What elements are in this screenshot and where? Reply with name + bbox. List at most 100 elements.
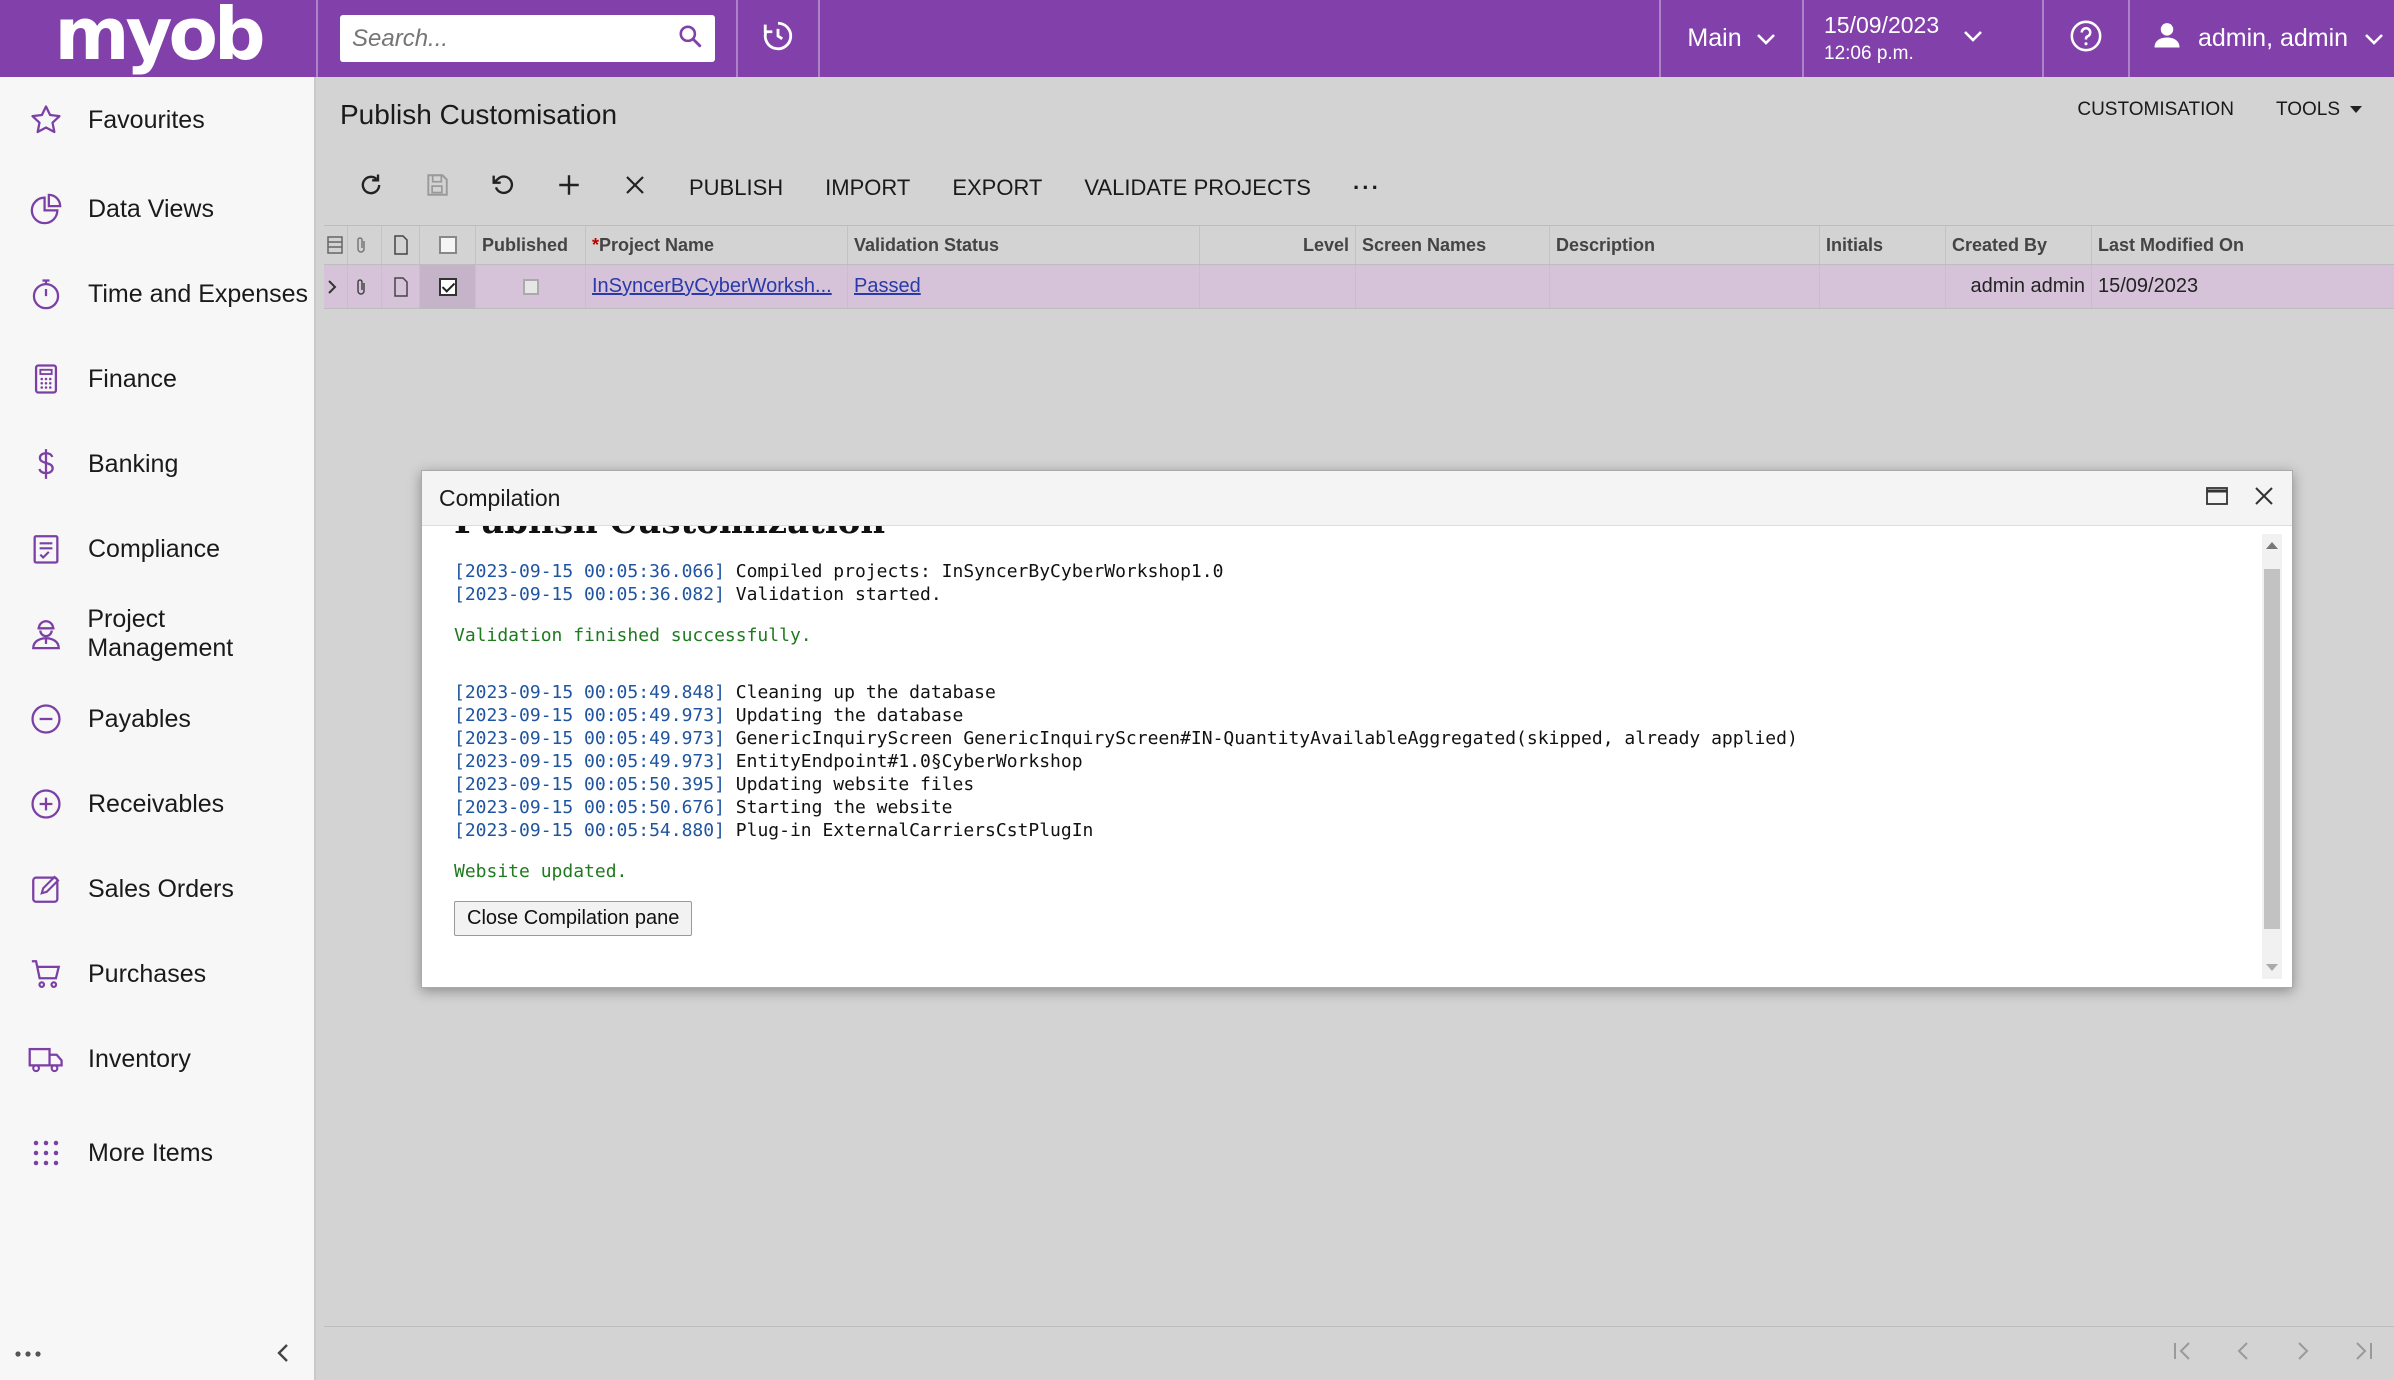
add-button[interactable]	[536, 163, 602, 213]
checkbox[interactable]	[438, 236, 457, 254]
company-selector[interactable]: Main	[1661, 0, 1802, 77]
log-line: [2023-09-15 00:05:49.973] Updating the d…	[454, 704, 2262, 727]
export-button[interactable]: EXPORT	[931, 163, 1063, 213]
log-timestamp: [2023-09-15 00:05:36.066]	[454, 561, 725, 582]
attachment-icon[interactable]	[348, 265, 382, 308]
grid-settings-icon[interactable]	[324, 226, 348, 264]
first-page-icon[interactable]	[2172, 1340, 2194, 1367]
date-time: 15/09/2023 12:06 p.m.	[1824, 12, 1939, 65]
column-screen-names[interactable]: Screen Names	[1356, 226, 1550, 264]
help-icon	[2069, 19, 2103, 58]
project-name-link[interactable]: InSyncerByCyberWorksh...	[592, 275, 832, 298]
help-button[interactable]	[2044, 0, 2128, 77]
sidebar-item-data-views[interactable]: Data Views	[0, 179, 314, 239]
scroll-thumb[interactable]	[2264, 569, 2280, 929]
page-title: Publish Customisation	[340, 99, 618, 130]
column-validation-status[interactable]: Validation Status	[848, 226, 1200, 264]
caret-down-icon	[2350, 106, 2362, 114]
tools-label: TOOLS	[2275, 99, 2340, 120]
import-button[interactable]: IMPORT	[804, 163, 931, 213]
sidebar-item-label: Payables	[88, 704, 191, 733]
table-row[interactable]: InSyncerByCyberWorksh... Passed admin ad…	[324, 265, 2394, 309]
sidebar-item-time-and-expenses[interactable]: Time and Expenses	[0, 264, 314, 324]
minus-circle-icon	[26, 699, 66, 739]
select-all-checkbox[interactable]	[420, 226, 476, 264]
save-button[interactable]	[404, 163, 470, 213]
truck-icon	[26, 1039, 66, 1079]
search-icon[interactable]	[677, 23, 703, 54]
column-initials[interactable]: Initials	[1820, 226, 1946, 264]
sidebar-item-finance[interactable]: Finance	[0, 349, 314, 409]
sidebar-item-purchases[interactable]: Purchases	[0, 944, 314, 1004]
prev-page-icon[interactable]	[2232, 1340, 2254, 1367]
business-date-selector[interactable]: 15/09/2023 12:06 p.m.	[1804, 0, 2042, 77]
business-date: 15/09/2023	[1824, 12, 1940, 38]
log-timestamp: [2023-09-15 00:05:49.973]	[454, 705, 725, 726]
customisation-link[interactable]: CUSTOMISATION	[2077, 99, 2234, 121]
recent-history-button[interactable]	[738, 0, 818, 77]
expand-row-icon[interactable]	[324, 265, 348, 308]
sidebar-item-receivables[interactable]: Receivables	[0, 774, 314, 834]
sidebar-item-compliance[interactable]: Compliance	[0, 519, 314, 579]
undo-button[interactable]	[470, 163, 536, 213]
more-actions-button[interactable]: ···	[1332, 163, 1402, 213]
delete-button[interactable]	[602, 163, 668, 213]
sidebar-item-label: Banking	[88, 449, 179, 478]
log-line: [2023-09-15 00:05:50.676] Starting the w…	[454, 796, 2262, 819]
search-input[interactable]	[352, 24, 677, 53]
sidebar-item-label: Receivables	[88, 789, 225, 818]
sidebar-item-more-items[interactable]: More Items	[0, 1123, 314, 1183]
last-page-icon[interactable]	[2352, 1340, 2374, 1367]
close-icon[interactable]	[2254, 485, 2274, 512]
worker-icon	[26, 614, 65, 654]
projects-grid: Published * Project Name Validation Statu…	[324, 225, 2394, 309]
note-icon[interactable]	[382, 265, 420, 308]
user-name: admin, admin	[2198, 24, 2349, 52]
next-page-icon[interactable]	[2292, 1340, 2314, 1367]
description-cell	[1550, 265, 1820, 308]
column-description[interactable]: Description	[1550, 226, 1820, 264]
column-created-by[interactable]: Created By	[1946, 226, 2092, 264]
project-name-cell: InSyncerByCyberWorksh...	[586, 265, 848, 308]
scroll-down-icon[interactable]	[2266, 964, 2278, 971]
validate-projects-button[interactable]: VALIDATE PROJECTS	[1063, 163, 1332, 213]
tools-menu[interactable]: TOOLS	[2276, 99, 2362, 121]
log-line: [2023-09-15 00:05:54.880] Plug-in Extern…	[454, 819, 2262, 842]
log-scrollbar[interactable]	[2262, 534, 2282, 979]
publish-button[interactable]: PUBLISH	[668, 163, 804, 213]
sidebar-item-payables[interactable]: Payables	[0, 689, 314, 749]
published-checkbox[interactable]	[522, 278, 539, 295]
attachment-icon	[348, 226, 382, 264]
published-checkbox-cell[interactable]	[476, 265, 586, 308]
column-level[interactable]: Level	[1200, 226, 1356, 264]
myob-logo[interactable]: myob	[0, 0, 316, 77]
log-timestamp: [2023-09-15 00:05:49.973]	[454, 728, 725, 749]
dialog-controls	[2206, 485, 2274, 512]
sidebar-item-sales-orders[interactable]: Sales Orders	[0, 859, 314, 919]
search-box[interactable]	[340, 15, 715, 62]
user-menu[interactable]: admin, admin	[2130, 0, 2394, 77]
more-options-icon[interactable]	[14, 1346, 42, 1364]
maximize-icon[interactable]	[2206, 485, 2228, 512]
column-project-name[interactable]: * Project Name	[586, 226, 848, 264]
sidebar-footer	[0, 1330, 314, 1380]
user-icon	[2152, 20, 2182, 57]
column-last-modified[interactable]: Last Modified On	[2092, 226, 2394, 264]
validation-status-link[interactable]: Passed	[854, 275, 921, 298]
stopwatch-icon	[26, 274, 66, 314]
scroll-up-icon[interactable]	[2266, 542, 2278, 549]
collapse-sidebar-icon[interactable]	[276, 1342, 290, 1369]
sidebar-item-banking[interactable]: Banking	[0, 434, 314, 494]
page-links: CUSTOMISATION TOOLS	[2077, 99, 2362, 121]
row-select-checkbox[interactable]	[420, 265, 476, 308]
sidebar-item-inventory[interactable]: Inventory	[0, 1029, 314, 1089]
sidebar-item-project-management[interactable]: Project Management	[0, 604, 314, 664]
column-published[interactable]: Published	[476, 226, 586, 264]
close-compilation-pane-button[interactable]: Close Compilation pane	[454, 901, 693, 936]
log-heading: Publish Customization	[454, 526, 2262, 542]
log-line: [2023-09-15 00:05:49.848] Cleaning up th…	[454, 681, 2262, 704]
refresh-button[interactable]	[338, 163, 404, 213]
checkbox-checked[interactable]	[438, 277, 457, 296]
sidebar-item-favourites[interactable]: Favourites	[0, 90, 314, 150]
